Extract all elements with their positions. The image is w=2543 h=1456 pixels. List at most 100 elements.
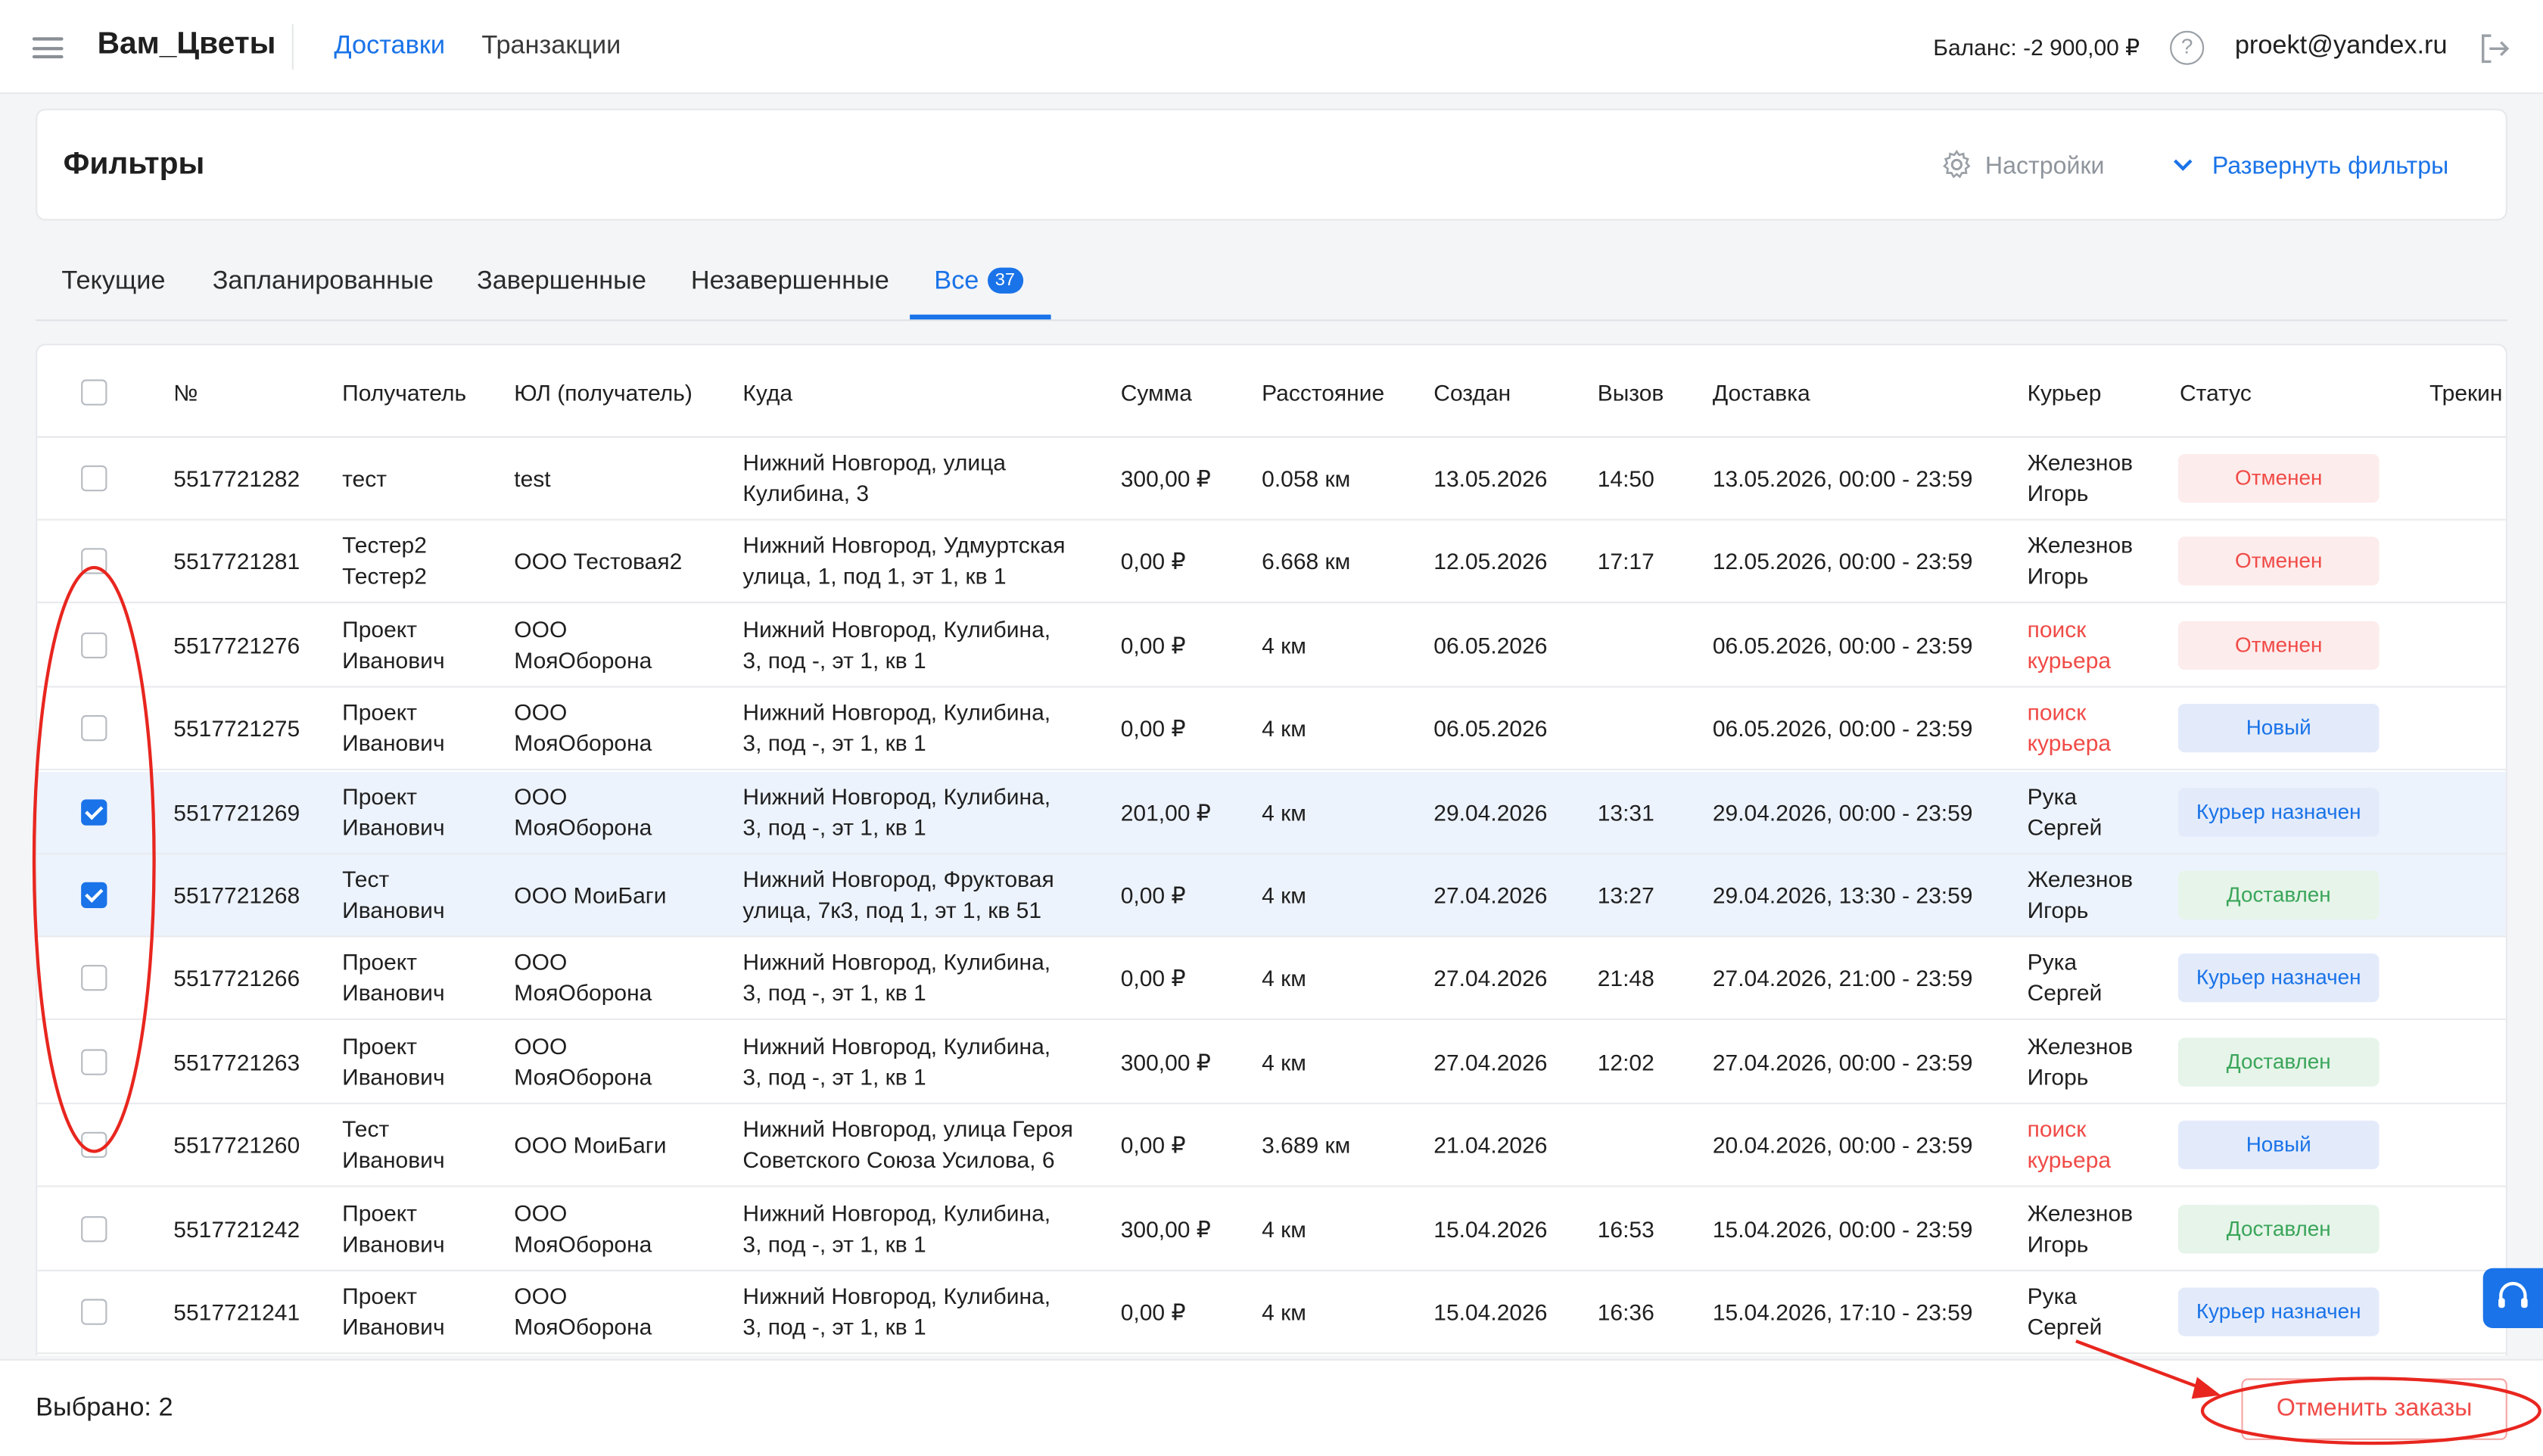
table-row[interactable]: 5517721276 Проект Иванович ООО МояОборона Ниж…	[37, 604, 2506, 688]
distance: 0.058 км	[1262, 464, 1350, 495]
row-checkbox[interactable]	[81, 882, 107, 908]
order-sum: 0,00 ₽	[1121, 547, 1186, 578]
gear-icon[interactable]	[1941, 149, 1972, 180]
row-checkbox[interactable]	[81, 715, 107, 742]
menu-icon[interactable]	[32, 37, 64, 59]
table-row[interactable]: 5517721268 Тест Иванович ООО МоиБаги Нижний …	[37, 854, 2506, 938]
column-header[interactable]: Расстояние	[1262, 379, 1384, 405]
call-time: 13:27	[1598, 881, 1654, 912]
tab-all[interactable]: Все 37	[934, 267, 1023, 297]
table-row[interactable]: 5517721241 Проект Иванович ООО МояОборона Ниж…	[37, 1271, 2506, 1355]
status-tabs: Текущие Запланированные Завершенные Неза…	[36, 243, 2507, 322]
call-time-line: 16:53	[1597, 1215, 1654, 1242]
distance-line: 6.668 км	[1262, 549, 1351, 575]
chevron-down-icon[interactable]	[2171, 156, 2194, 176]
order-number: 5517721275	[173, 714, 300, 745]
support-button[interactable]	[2482, 1268, 2543, 1328]
created-date-line: 29.04.2026	[1433, 798, 1548, 825]
settings-button[interactable]: Настройки	[1985, 152, 2105, 179]
column-header[interactable]: Курьер	[2028, 379, 2102, 405]
recipient-name: Проект Иванович	[342, 1198, 444, 1259]
row-checkbox[interactable]	[81, 1299, 107, 1325]
table-row[interactable]: 5517721260 Тест Иванович ООО МоиБаги Нижний …	[37, 1104, 2506, 1187]
courier-name-line: Рука	[2027, 782, 2078, 809]
user-email[interactable]: proekt@yandex.ru	[2235, 33, 2448, 62]
table-row[interactable]: 5517721242 Проект Иванович ООО МояОборона Ниж…	[37, 1187, 2506, 1271]
created-date: 27.04.2026	[1433, 1047, 1547, 1078]
help-icon[interactable]: ?	[2170, 30, 2205, 65]
courier-name: Рука Сергей	[2028, 1281, 2103, 1342]
row-checkbox[interactable]	[81, 549, 107, 575]
order-number: 5517721242	[173, 1214, 300, 1245]
column-header[interactable]: Куда	[742, 379, 792, 405]
table-row[interactable]: 5517721275 Проект Иванович ООО МояОборона Ниж…	[37, 687, 2506, 771]
distance-line: 4 км	[1262, 1215, 1306, 1242]
recipient-org-line: МояОборона	[514, 730, 652, 756]
recipient-org-line: ООО	[514, 698, 568, 726]
delivery-address-line: Нижний Новгород, улица Героя	[742, 1115, 1073, 1142]
call-time-line: 17:17	[1597, 549, 1654, 575]
column-header[interactable]: Трекин	[2429, 379, 2502, 405]
delivery-address-line: Кулибина, 3	[742, 480, 870, 506]
tab-incomplete[interactable]: Незавершенные	[691, 268, 889, 297]
delivery-window-line: 06.05.2026, 00:00 - 23:59	[1712, 715, 1973, 742]
table-row[interactable]: 5517721281 Тестер2 Тестер2 ООО Тестовая2 Ниж…	[37, 521, 2506, 604]
courier-name-line: поиск	[2027, 1115, 2087, 1142]
nav-transactions[interactable]: Транзакции	[481, 33, 621, 62]
table-row[interactable]: 5517721263 Проект Иванович ООО МояОборона Ниж…	[37, 1021, 2506, 1104]
courier-name: Железнов Игорь	[2028, 531, 2134, 593]
recipient-org: ООО МояОборона	[514, 698, 652, 759]
selected-count: Выбрано: 2	[36, 1394, 173, 1423]
logout-icon[interactable]	[2478, 33, 2510, 65]
table-row[interactable]: 5517721282 тест test Нижний Новгород, улица…	[37, 437, 2506, 521]
row-checkbox[interactable]	[81, 1215, 107, 1242]
column-header[interactable]: Получатель	[342, 379, 466, 405]
recipient-name-line: Проект	[342, 1283, 417, 1309]
call-time: 16:36	[1598, 1297, 1654, 1328]
headset-icon	[2498, 1281, 2528, 1308]
delivery-address-line: Нижний Новгород, улица	[742, 449, 1006, 475]
table-row[interactable]: 5517721269 Проект Иванович ООО МояОборона Ниж…	[37, 771, 2506, 854]
delivery-window-line: 20.04.2026, 00:00 - 23:59	[1712, 1132, 1973, 1159]
delivery-window-line: 12.05.2026, 00:00 - 23:59	[1712, 549, 1973, 575]
expand-filters-button[interactable]: Развернуть фильтры	[2212, 152, 2448, 179]
tab-current[interactable]: Текущие	[61, 268, 165, 297]
call-time: 21:48	[1598, 964, 1654, 995]
divider	[291, 24, 294, 70]
distance-line: 4 км	[1262, 1048, 1306, 1075]
courier-name-line: Игорь	[2027, 1063, 2089, 1090]
row-checkbox[interactable]	[81, 632, 107, 658]
column-header[interactable]: Создан	[1433, 379, 1511, 405]
select-all-checkbox[interactable]	[81, 379, 107, 406]
row-checkbox[interactable]	[81, 465, 107, 492]
created-date-line: 13.05.2026	[1433, 465, 1548, 492]
recipient-org: test	[514, 464, 550, 495]
tab-scheduled[interactable]: Запланированные	[213, 268, 434, 297]
tab-completed[interactable]: Завершенные	[477, 268, 646, 297]
delivery-address: Нижний Новгород, улица Героя Советского С…	[742, 1115, 1072, 1176]
row-checkbox[interactable]	[81, 1132, 107, 1159]
courier-name: Железнов Игорь	[2028, 447, 2134, 509]
cancel-orders-button[interactable]: Отменить заказы	[2241, 1378, 2507, 1440]
row-checkbox[interactable]	[81, 1048, 107, 1075]
courier-name-line: Железнов	[2027, 866, 2134, 892]
created-date: 29.04.2026	[1433, 797, 1547, 828]
delivery-window-line: 27.04.2026, 21:00 - 23:59	[1712, 965, 1973, 992]
recipient-name-line: Тест	[342, 866, 390, 892]
order-sum-line: 300,00 ₽	[1120, 465, 1211, 492]
status-badge: Доставлен	[2177, 1037, 2380, 1087]
column-header[interactable]: Сумма	[1121, 379, 1192, 405]
distance-line: 4 км	[1262, 715, 1306, 742]
delivery-address: Нижний Новгород, улица Кулибина, 3	[742, 447, 1006, 509]
table-row[interactable]: 5517721266 Проект Иванович ООО МояОборона Ниж…	[37, 938, 2506, 1021]
distance: 3.689 км	[1262, 1131, 1350, 1162]
column-header[interactable]: ЮЛ (получатель)	[514, 379, 693, 405]
column-header[interactable]: №	[173, 379, 198, 405]
column-header[interactable]: Статус	[2180, 379, 2252, 405]
column-header[interactable]: Вызов	[1598, 379, 1664, 405]
column-header[interactable]: Доставка	[1713, 379, 1810, 405]
row-checkbox[interactable]	[81, 965, 107, 992]
row-checkbox[interactable]	[81, 798, 107, 825]
nav-deliveries[interactable]: Доставки	[334, 33, 445, 62]
order-number-line: 5517721275	[173, 715, 300, 742]
